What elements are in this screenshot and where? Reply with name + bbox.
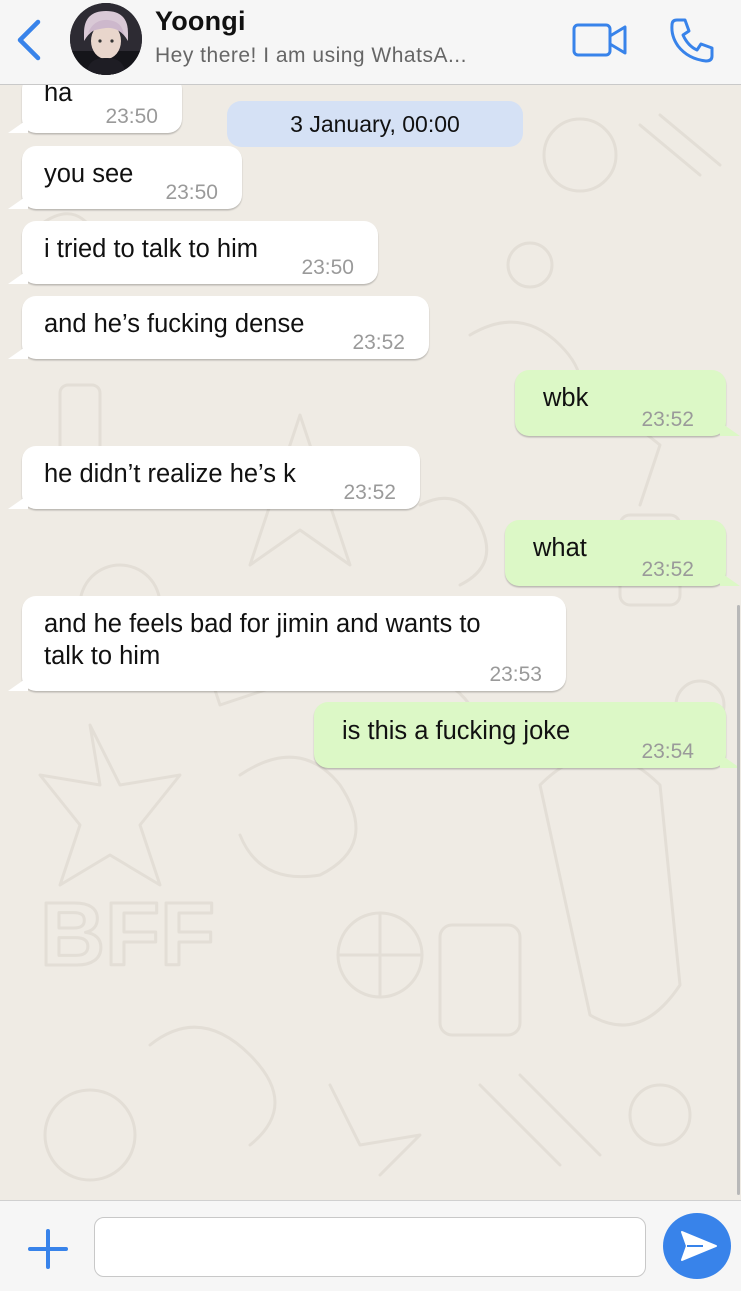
message-text-line-1: and he feels bad for jimin and wants to: [44, 610, 481, 638]
outgoing-message[interactable]: is this a fucking joke 23:54: [314, 702, 726, 768]
back-button[interactable]: [14, 18, 46, 62]
contact-name[interactable]: Yoongi: [155, 6, 246, 37]
attach-button[interactable]: [26, 1227, 70, 1271]
message-time: 23:52: [343, 481, 396, 504]
incoming-message[interactable]: i tried to talk to him 23:50: [22, 221, 378, 284]
incoming-message[interactable]: you see 23:50: [22, 146, 242, 209]
message-text: you see: [44, 160, 134, 188]
message-time: 23:50: [105, 105, 158, 128]
voice-call-button[interactable]: [668, 16, 716, 64]
svg-text:BFF: BFF: [40, 885, 215, 985]
message-time: 23:52: [352, 331, 405, 354]
message-text: he didn’t realize he’s k: [44, 460, 296, 488]
contact-status[interactable]: Hey there! I am using WhatsA...: [155, 44, 467, 68]
message-text-line-2: talk to him: [44, 642, 161, 670]
message-text: ha: [44, 85, 73, 107]
video-call-button[interactable]: [572, 22, 628, 58]
message-text: wbk: [543, 384, 589, 412]
message-time: 23:52: [641, 558, 694, 581]
chat-area[interactable]: BFF 3 January, 00:00 ha 23:50 you see 23…: [0, 85, 741, 1200]
message-time: 23:53: [489, 663, 542, 686]
incoming-message[interactable]: and he’s fucking dense 23:52: [22, 296, 429, 359]
date-divider: 3 January, 00:00: [227, 101, 523, 147]
message-time: 23:52: [641, 408, 694, 431]
chat-header: Yoongi Hey there! I am using WhatsA...: [0, 0, 741, 85]
incoming-message[interactable]: he didn’t realize he’s k 23:52: [22, 446, 420, 509]
message-time: 23:50: [165, 181, 218, 204]
incoming-message[interactable]: and he feels bad for jimin and wants to …: [22, 596, 566, 691]
phone-icon: [670, 18, 714, 63]
message-text: i tried to talk to him: [44, 235, 258, 263]
outgoing-message[interactable]: wbk 23:52: [515, 370, 726, 436]
incoming-message[interactable]: ha 23:50: [22, 85, 182, 133]
message-text: is this a fucking joke: [342, 717, 571, 745]
send-icon: [681, 1231, 717, 1261]
chat-scrollbar[interactable]: [737, 605, 740, 1195]
message-time: 23:54: [641, 740, 694, 763]
send-button[interactable]: [663, 1213, 731, 1279]
message-time: 23:50: [301, 256, 354, 279]
message-input[interactable]: [94, 1217, 646, 1277]
video-camera-icon: [572, 23, 627, 57]
plus-icon: [28, 1229, 68, 1269]
chevron-left-icon: [17, 19, 41, 61]
outgoing-message[interactable]: what 23:52: [505, 520, 726, 586]
message-text: and he’s fucking dense: [44, 310, 305, 338]
message-composer: [0, 1200, 741, 1291]
message-text: what: [533, 534, 587, 562]
avatar[interactable]: [70, 3, 142, 75]
